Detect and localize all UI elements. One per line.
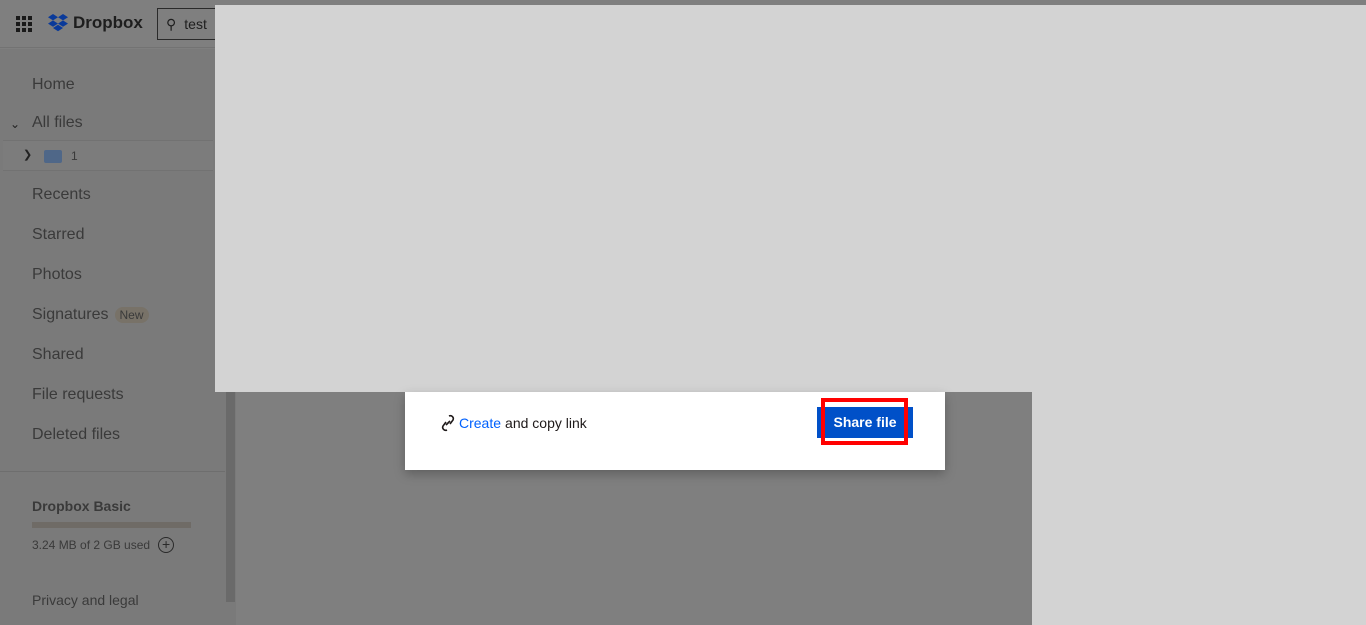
preview-panel-side xyxy=(1032,392,1366,625)
search-value: test xyxy=(184,16,207,32)
usage-text: 3.24 MB of 2 GB used xyxy=(32,538,151,552)
sidebar-item-file-requests[interactable]: File requests xyxy=(32,386,124,404)
sidebar-item-signatures[interactable]: Signatures New xyxy=(32,306,149,324)
chevron-down-icon[interactable]: ⌄ xyxy=(10,117,20,131)
sidebar-item-deleted-files[interactable]: Deleted files xyxy=(32,426,120,444)
chevron-right-icon[interactable]: ❯ xyxy=(23,148,32,161)
dropbox-logo-icon xyxy=(48,14,68,32)
link-suffix: and copy link xyxy=(505,415,587,431)
sidebar-item-photos[interactable]: Photos xyxy=(32,266,82,284)
new-badge: New xyxy=(114,307,149,323)
folder-icon xyxy=(44,150,62,163)
sidebar-item-home[interactable]: Home xyxy=(32,76,75,94)
privacy-link[interactable]: Privacy and legal xyxy=(32,592,139,608)
plan-name: Dropbox Basic xyxy=(32,498,131,514)
sidebar-item-shared[interactable]: Shared xyxy=(32,346,84,364)
sidebar-item-all-files[interactable]: All files xyxy=(32,114,83,132)
sidebar-scrollbar[interactable] xyxy=(225,392,236,625)
share-file-button[interactable]: Share file xyxy=(817,407,913,438)
signatures-label: Signatures xyxy=(32,306,109,323)
sidebar-divider xyxy=(0,471,225,472)
sidebar-item-starred[interactable]: Starred xyxy=(32,226,84,244)
link-icon xyxy=(441,414,455,432)
add-storage-icon[interactable]: + xyxy=(158,537,175,553)
folder-tree-item[interactable]: ❯ 1 xyxy=(3,140,213,171)
create-link[interactable]: Create xyxy=(459,415,501,431)
app-grid-icon[interactable] xyxy=(16,16,32,32)
logo-text: Dropbox xyxy=(73,13,143,32)
sidebar-item-recents[interactable]: Recents xyxy=(32,186,91,204)
search-icon: ⚲ xyxy=(166,15,177,32)
dropbox-logo[interactable]: Dropbox xyxy=(47,13,143,33)
create-link-row: Create and copy link xyxy=(441,414,587,432)
storage-usage: 3.24 MB of 2 GB used + xyxy=(32,537,175,553)
storage-bar xyxy=(32,522,191,528)
share-modal: Create and copy link Share file xyxy=(405,392,945,470)
folder-name: 1 xyxy=(71,149,78,163)
scrollbar-thumb[interactable] xyxy=(226,392,235,602)
preview-panel xyxy=(215,5,1366,392)
